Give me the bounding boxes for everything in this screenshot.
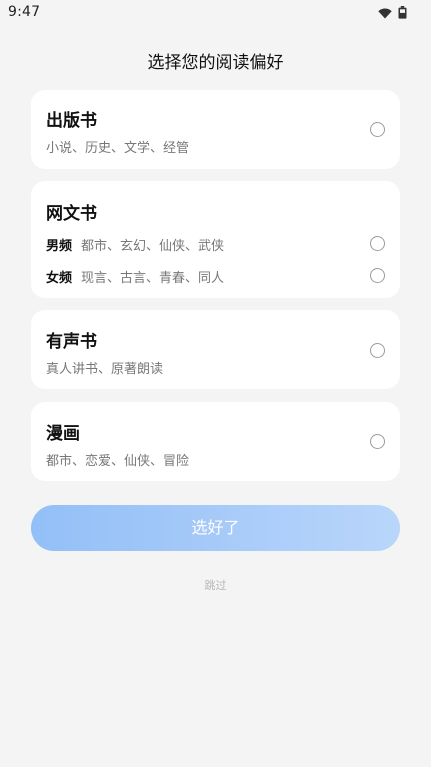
card-title: 漫画: [46, 424, 80, 444]
card-comics[interactable]: 漫画 都市、恋爱、仙侠、冒险: [31, 402, 400, 481]
radio-publication-books[interactable]: [370, 122, 385, 137]
page-title: 选择您的阅读偏好: [147, 53, 284, 73]
row-tags-male: 都市、玄幻、仙侠、武侠: [81, 239, 225, 254]
card-title: 网文书: [46, 204, 97, 224]
radio-female-channel[interactable]: [370, 268, 385, 283]
skip-link[interactable]: 跳过: [0, 577, 431, 593]
status-bar: 9:47: [0, 0, 431, 24]
submit-button[interactable]: 选好了: [31, 505, 400, 551]
row-label-female: 女频: [46, 271, 73, 286]
row-label-male: 男频: [46, 239, 73, 254]
row-tags-female: 现言、古言、青春、同人: [81, 271, 225, 286]
card-subtitle: 都市、恋爱、仙侠、冒险: [46, 454, 190, 469]
status-icons: [378, 4, 407, 23]
card-audiobooks[interactable]: 有声书 真人讲书、原著朗读: [31, 310, 400, 389]
card-subtitle: 小说、历史、文学、经管: [46, 141, 190, 156]
radio-audiobooks[interactable]: [370, 343, 385, 358]
battery-icon: [398, 4, 407, 23]
card-web-novels: 网文书 男频 都市、玄幻、仙侠、武侠 女频 现言、古言、青春、同人: [31, 181, 400, 298]
card-title: 出版书: [46, 111, 97, 131]
card-subtitle: 真人讲书、原著朗读: [46, 362, 164, 377]
status-time: 9:47: [8, 4, 41, 20]
card-title: 有声书: [46, 332, 97, 352]
radio-male-channel[interactable]: [370, 236, 385, 251]
radio-comics[interactable]: [370, 434, 385, 449]
wifi-icon: [378, 4, 392, 23]
card-publication-books[interactable]: 出版书 小说、历史、文学、经管: [31, 90, 400, 169]
